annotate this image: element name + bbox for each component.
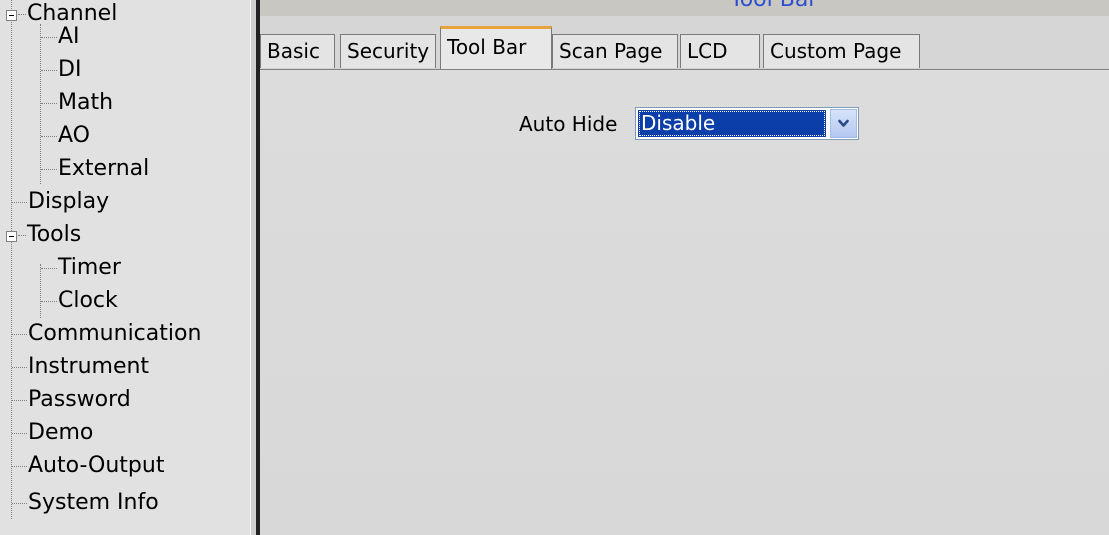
tab-scan-page[interactable]: Scan Page bbox=[552, 34, 678, 68]
collapse-icon[interactable] bbox=[6, 10, 17, 21]
title-strip: Tool Bar bbox=[260, 0, 1109, 16]
tree-item-label: Password bbox=[28, 387, 131, 412]
tab-label: LCD bbox=[687, 39, 728, 63]
tree-connector bbox=[40, 24, 41, 184]
tab-security[interactable]: Security bbox=[340, 34, 436, 68]
tree-item-label: DI bbox=[58, 57, 82, 82]
tab-basic[interactable]: Basic bbox=[260, 34, 335, 68]
tree-item-label: Clock bbox=[58, 288, 118, 313]
tree-item-label: AI bbox=[58, 24, 80, 49]
tree-item-label: AO bbox=[58, 123, 90, 148]
tree-item-label: Instrument bbox=[28, 354, 150, 379]
tree-connector bbox=[11, 0, 12, 519]
auto-hide-value: Disable bbox=[638, 110, 826, 137]
tab-tool-bar[interactable]: Tool Bar bbox=[440, 26, 552, 69]
tree-item-label: Auto-Output bbox=[28, 453, 165, 478]
settings-panel: Tool Bar Basic Security Tool Bar Scan Pa… bbox=[260, 0, 1109, 535]
tab-label: Security bbox=[347, 39, 430, 63]
collapse-icon[interactable] bbox=[6, 231, 17, 242]
tree-item-label: External bbox=[58, 156, 150, 181]
tree-item-label: Tools bbox=[27, 222, 82, 247]
tree-item-label: Display bbox=[28, 189, 110, 214]
app-window: Channel AI DI Math AO External Display T… bbox=[0, 0, 1109, 535]
tab-bar: Basic Security Tool Bar Scan Page LCD Cu… bbox=[260, 16, 1109, 70]
tab-content: Auto Hide Disable bbox=[260, 70, 1109, 535]
chevron-down-icon bbox=[838, 119, 849, 127]
tab-custom-page[interactable]: Custom Page bbox=[763, 34, 920, 68]
tab-label: Tool Bar bbox=[447, 35, 527, 59]
tree-item-label: System Info bbox=[28, 490, 159, 515]
auto-hide-label: Auto Hide bbox=[519, 112, 618, 136]
dropdown-button[interactable] bbox=[830, 109, 857, 138]
tree-connector bbox=[40, 264, 41, 318]
tab-lcd[interactable]: LCD bbox=[680, 34, 760, 68]
tree-item-label: Timer bbox=[58, 255, 121, 280]
auto-hide-select[interactable]: Disable bbox=[635, 107, 859, 140]
tree-item-label: Demo bbox=[28, 420, 94, 445]
page-title: Tool Bar bbox=[730, 0, 817, 12]
tree-item-label: Communication bbox=[28, 321, 202, 346]
tab-label: Basic bbox=[267, 39, 320, 63]
tab-label: Custom Page bbox=[770, 39, 902, 63]
tree-item-label: Math bbox=[58, 90, 114, 115]
tab-label: Scan Page bbox=[559, 39, 663, 63]
navigation-tree: Channel AI DI Math AO External Display T… bbox=[0, 0, 250, 535]
